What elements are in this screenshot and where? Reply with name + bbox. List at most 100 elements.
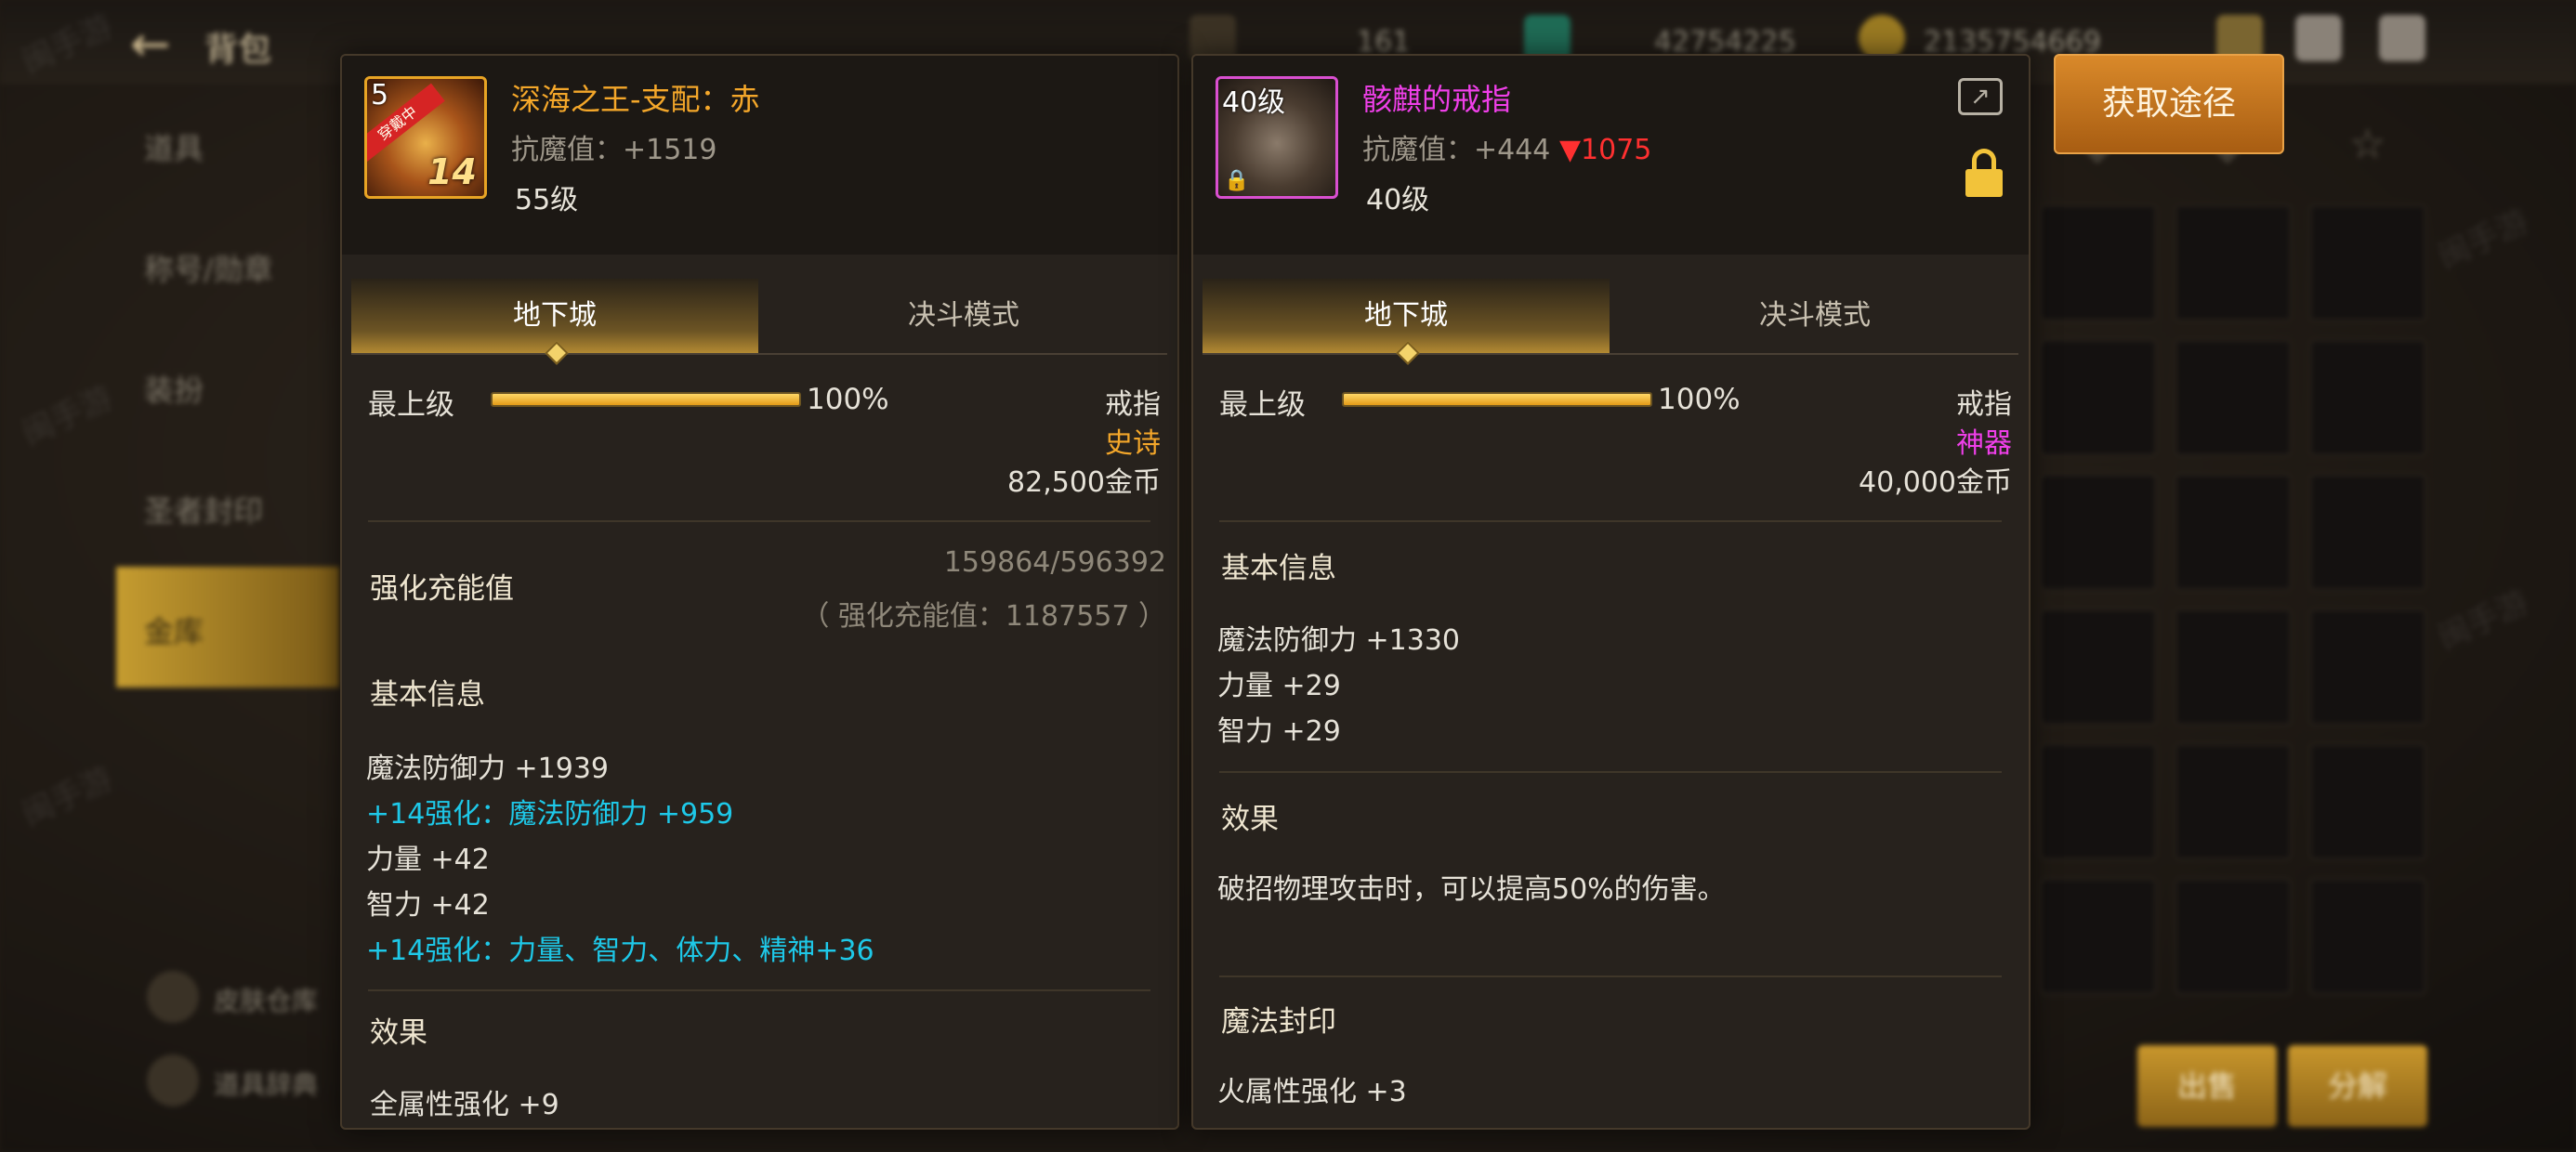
effect-text: 全属性强化 +9 — [370, 1089, 559, 1121]
inventory-slot[interactable] — [2309, 474, 2426, 591]
watermark: 闽手游 — [2432, 583, 2535, 658]
stat-line: 魔法防御力 +1330 — [1217, 624, 1461, 657]
equipped-item-panel: 穿戴中 5 14 深海之王-支配：赤 抗魔值：+1519 55级 地下城 决斗模… — [340, 54, 1179, 1130]
grade-label: 最上级 — [1219, 388, 1306, 422]
tab-pvp[interactable]: 决斗模式 — [1611, 279, 2018, 353]
disassemble-button[interactable]: 分解 — [2288, 1045, 2427, 1127]
mode-tabs: 地下城 决斗模式 — [1203, 279, 2018, 355]
item-slot: 戒指 — [1956, 388, 2012, 421]
stat-line: 智力 +29 — [1217, 715, 1341, 748]
item-dictionary-icon — [147, 1054, 199, 1106]
inventory-slot[interactable] — [2040, 339, 2157, 456]
divider — [368, 520, 1150, 522]
item-name: 骸麒的戒指 — [1362, 82, 1512, 117]
resist-decrease: ▼1075 — [1558, 134, 1652, 166]
mail-icon[interactable] — [2295, 15, 2342, 61]
item-price: 40,000金币 — [1859, 466, 2012, 499]
skin-storage-link[interactable]: 皮肤仓库 — [214, 981, 318, 1018]
small-lock-icon: 🔒 — [1224, 169, 1250, 192]
effect-title: 效果 — [370, 1016, 427, 1050]
grade-bar — [491, 392, 801, 407]
watermark: 闽手游 — [2432, 202, 2535, 277]
basic-info-title: 基本信息 — [1221, 552, 1336, 585]
stat-line: 魔法防御力 +1939 — [366, 753, 610, 785]
item-dictionary-link[interactable]: 道具辞典 — [214, 1065, 318, 1102]
grade-bar-fill — [493, 394, 799, 405]
stat-line: 力量 +42 — [366, 844, 490, 876]
inventory-slot[interactable] — [2309, 339, 2426, 456]
divider — [368, 989, 1150, 991]
mode-tabs: 地下城 决斗模式 — [351, 279, 1167, 355]
item-header: 穿戴中 5 14 深海之王-支配：赤 抗魔值：+1519 55级 — [342, 56, 1177, 255]
stat-line: 智力 +42 — [366, 889, 490, 922]
inventory-slot[interactable] — [2175, 743, 2292, 860]
share-icon[interactable]: ↗ — [1958, 78, 2003, 115]
inventory-slot[interactable] — [2309, 609, 2426, 726]
basic-info-title: 基本信息 — [370, 678, 485, 712]
divider — [1219, 975, 2002, 977]
item-level: 55级 — [515, 184, 579, 216]
magic-resist: 抗魔值：+1519 — [511, 134, 717, 166]
lock-icon[interactable] — [1965, 149, 2003, 199]
item-rarity: 史诗 — [1105, 427, 1161, 460]
stat-line: 力量 +29 — [1217, 670, 1341, 702]
seal-text: 火属性强化 +3 — [1217, 1076, 1407, 1108]
watermark: 闽手游 — [16, 759, 119, 834]
bag-sidebar: 道具 称号/勋章 装扮 圣者封印 金库 — [116, 102, 339, 938]
inventory-slot[interactable] — [2175, 609, 2292, 726]
skin-storage-icon — [147, 971, 199, 1023]
charge-title: 强化充能值 — [370, 572, 514, 606]
enhance-level: 14 — [427, 151, 477, 192]
tab-pvp[interactable]: 决斗模式 — [760, 279, 1167, 353]
charge-total: （ 强化充能值：1187557 ） — [801, 600, 1166, 633]
grade-bar — [1342, 392, 1652, 407]
magic-resist-value: 抗魔值：+444 — [1362, 134, 1551, 166]
grade-percent: 100% — [807, 383, 889, 416]
inventory-slot[interactable] — [2040, 609, 2157, 726]
ring-item-icon: 40级 🔒 — [1216, 76, 1338, 199]
back-arrow-icon[interactable]: ← — [130, 17, 171, 72]
sell-button[interactable]: 出售 — [2137, 1045, 2277, 1127]
inventory-slot[interactable] — [2175, 474, 2292, 591]
effect-text: 破招物理攻击时，可以提高50%的伤害。 — [1217, 873, 1726, 906]
inventory-slot[interactable] — [2175, 204, 2292, 321]
tab-dungeon[interactable]: 地下城 — [1203, 279, 1610, 353]
inventory-slot[interactable] — [2309, 878, 2426, 995]
compare-item-panel: 40级 🔒 骸麒的戒指 抗魔值：+444 ▼1075 40级 ↗ 地下城 决斗模… — [1191, 54, 2031, 1130]
sidebar-item-items[interactable]: 道具 — [116, 102, 339, 186]
item-header: 40级 🔒 骸麒的戒指 抗魔值：+444 ▼1075 40级 ↗ — [1193, 56, 2029, 255]
item-level: 40级 — [1366, 184, 1430, 216]
grade-percent: 100% — [1658, 383, 1741, 416]
sidebar-item-seal[interactable]: 圣者封印 — [116, 465, 339, 548]
sidebar-item-vault[interactable]: 金库 — [116, 567, 339, 687]
divider — [1219, 771, 2002, 773]
inventory-slot[interactable] — [2309, 204, 2426, 321]
seal-title: 魔法封印 — [1221, 1005, 1336, 1039]
sidebar-item-titles[interactable]: 称号/勋章 — [116, 223, 339, 307]
sidebar-item-avatar[interactable]: 装扮 — [116, 344, 339, 427]
item-rarity: 神器 — [1956, 427, 2012, 460]
inventory-slot[interactable] — [2040, 204, 2157, 321]
stat-line-enhance: +14强化：力量、智力、体力、精神+36 — [366, 935, 874, 967]
star-icon[interactable]: ☆ — [2349, 121, 2385, 168]
item-slot: 戒指 — [1105, 388, 1161, 421]
inventory-slot[interactable] — [2040, 878, 2157, 995]
magic-resist: 抗魔值：+444 ▼1075 — [1362, 126, 1651, 167]
icon-level: 40级 — [1222, 86, 1286, 119]
inventory-slot[interactable] — [2040, 474, 2157, 591]
tab-dungeon[interactable]: 地下城 — [351, 279, 758, 353]
inventory-slot[interactable] — [2040, 743, 2157, 860]
item-name: 深海之王-支配：赤 — [511, 82, 760, 117]
acquire-route-button[interactable]: 获取途径 — [2054, 54, 2284, 154]
item-price: 82,500金币 — [1007, 466, 1161, 499]
grade-bar-fill — [1344, 394, 1650, 405]
inventory-slot[interactable] — [2175, 339, 2292, 456]
effect-title: 效果 — [1221, 803, 1279, 836]
inventory-slot[interactable] — [2175, 878, 2292, 995]
inventory-slot[interactable] — [2309, 743, 2426, 860]
stat-line-enhance: +14强化：魔法防御力 +959 — [366, 798, 734, 831]
watermark: 闽手游 — [16, 378, 119, 453]
icon-level: 5 — [371, 79, 389, 111]
charge-values: 159864/596392 — [943, 546, 1166, 579]
chat-icon[interactable] — [2379, 15, 2425, 61]
